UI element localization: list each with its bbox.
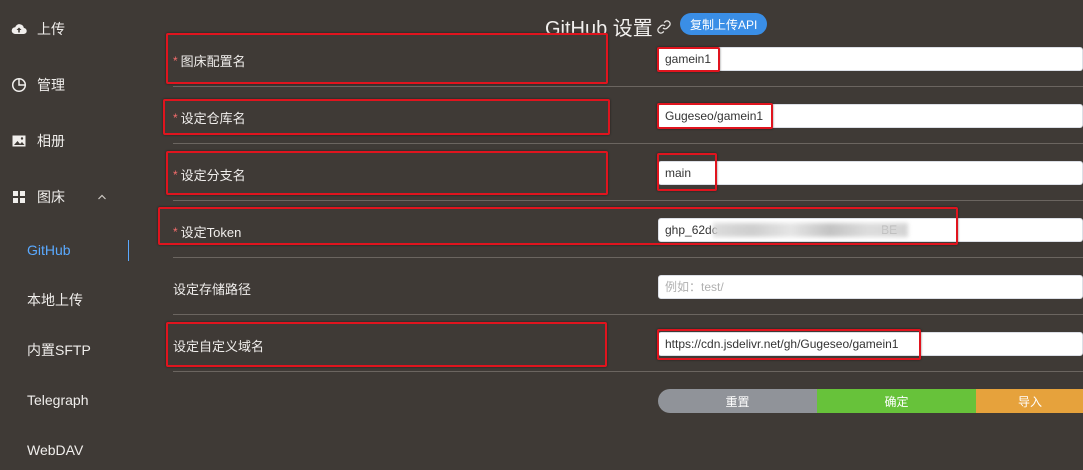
required-mark: * (173, 167, 178, 182)
pie-chart-icon (10, 76, 28, 94)
image-icon (10, 132, 28, 150)
required-mark: * (173, 110, 178, 125)
custom-domain-input[interactable] (658, 332, 1083, 356)
active-indicator (128, 240, 129, 261)
token-input[interactable] (658, 218, 1083, 242)
repo-name-label: * 设定仓库名 (173, 108, 246, 127)
import-button[interactable]: 导入 (976, 389, 1083, 413)
storage-path-label: 设定存储路径 (173, 282, 252, 297)
required-mark: * (173, 224, 178, 239)
repo-name-label-text: 设定仓库名 (180, 111, 246, 126)
cloud-upload-icon (10, 20, 28, 38)
repo-name-input[interactable] (658, 104, 1083, 128)
nav-upload[interactable]: 上传 (10, 14, 65, 44)
config-name-label: * 图床配置名 (173, 51, 246, 70)
config-name-input[interactable] (658, 47, 1083, 71)
custom-domain-label: 设定自定义域名 (173, 339, 265, 354)
required-mark: * (173, 53, 178, 68)
action-buttons: 重置 确定 导入 (658, 389, 1083, 413)
grid-icon (10, 188, 28, 206)
form-row-branch-name: * 设定分支名 (173, 144, 1083, 201)
confirm-button[interactable]: 确定 (817, 389, 976, 413)
branch-name-label-text: 设定分支名 (180, 168, 246, 183)
subnav-local-upload[interactable]: 本地上传 (27, 288, 83, 312)
form-row-config-name: * 图床配置名 (173, 30, 1083, 87)
form-row-repo-name: * 设定仓库名 (173, 87, 1083, 144)
subnav-github[interactable]: GitHub (27, 238, 71, 262)
form-row-token: * 设定Token (173, 201, 1083, 258)
nav-picbed-label: 图床 (37, 189, 65, 205)
token-label: * 设定Token (173, 222, 241, 241)
branch-name-label: * 设定分支名 (173, 165, 246, 184)
nav-album[interactable]: 相册 (10, 126, 65, 156)
branch-name-input[interactable] (658, 161, 1083, 185)
nav-picbed[interactable]: 图床 (10, 182, 120, 212)
divider (173, 371, 1083, 372)
subnav-sftp[interactable]: 内置SFTP (27, 338, 91, 362)
token-label-text: 设定Token (180, 225, 242, 240)
subnav-telegraph[interactable]: Telegraph (27, 388, 89, 412)
nav-manage-label: 管理 (37, 77, 65, 93)
form-row-custom-domain: 设定自定义域名 (173, 315, 1083, 372)
sidebar: 上传 管理 相册 图床 GitHub 本地上传 内置SFTP Telegraph… (0, 0, 150, 470)
storage-path-input[interactable] (658, 275, 1083, 299)
app: 上传 管理 相册 图床 GitHub 本地上传 内置SFTP Telegraph… (0, 0, 1083, 470)
subnav-webdav[interactable]: WebDAV (27, 438, 83, 462)
reset-button[interactable]: 重置 (658, 389, 817, 413)
chevron-up-icon (96, 191, 108, 203)
form-row-storage-path: 设定存储路径 (173, 258, 1083, 315)
nav-album-label: 相册 (37, 133, 65, 149)
nav-upload-label: 上传 (37, 21, 65, 37)
config-name-label-text: 图床配置名 (180, 54, 246, 69)
nav-manage[interactable]: 管理 (10, 70, 65, 100)
